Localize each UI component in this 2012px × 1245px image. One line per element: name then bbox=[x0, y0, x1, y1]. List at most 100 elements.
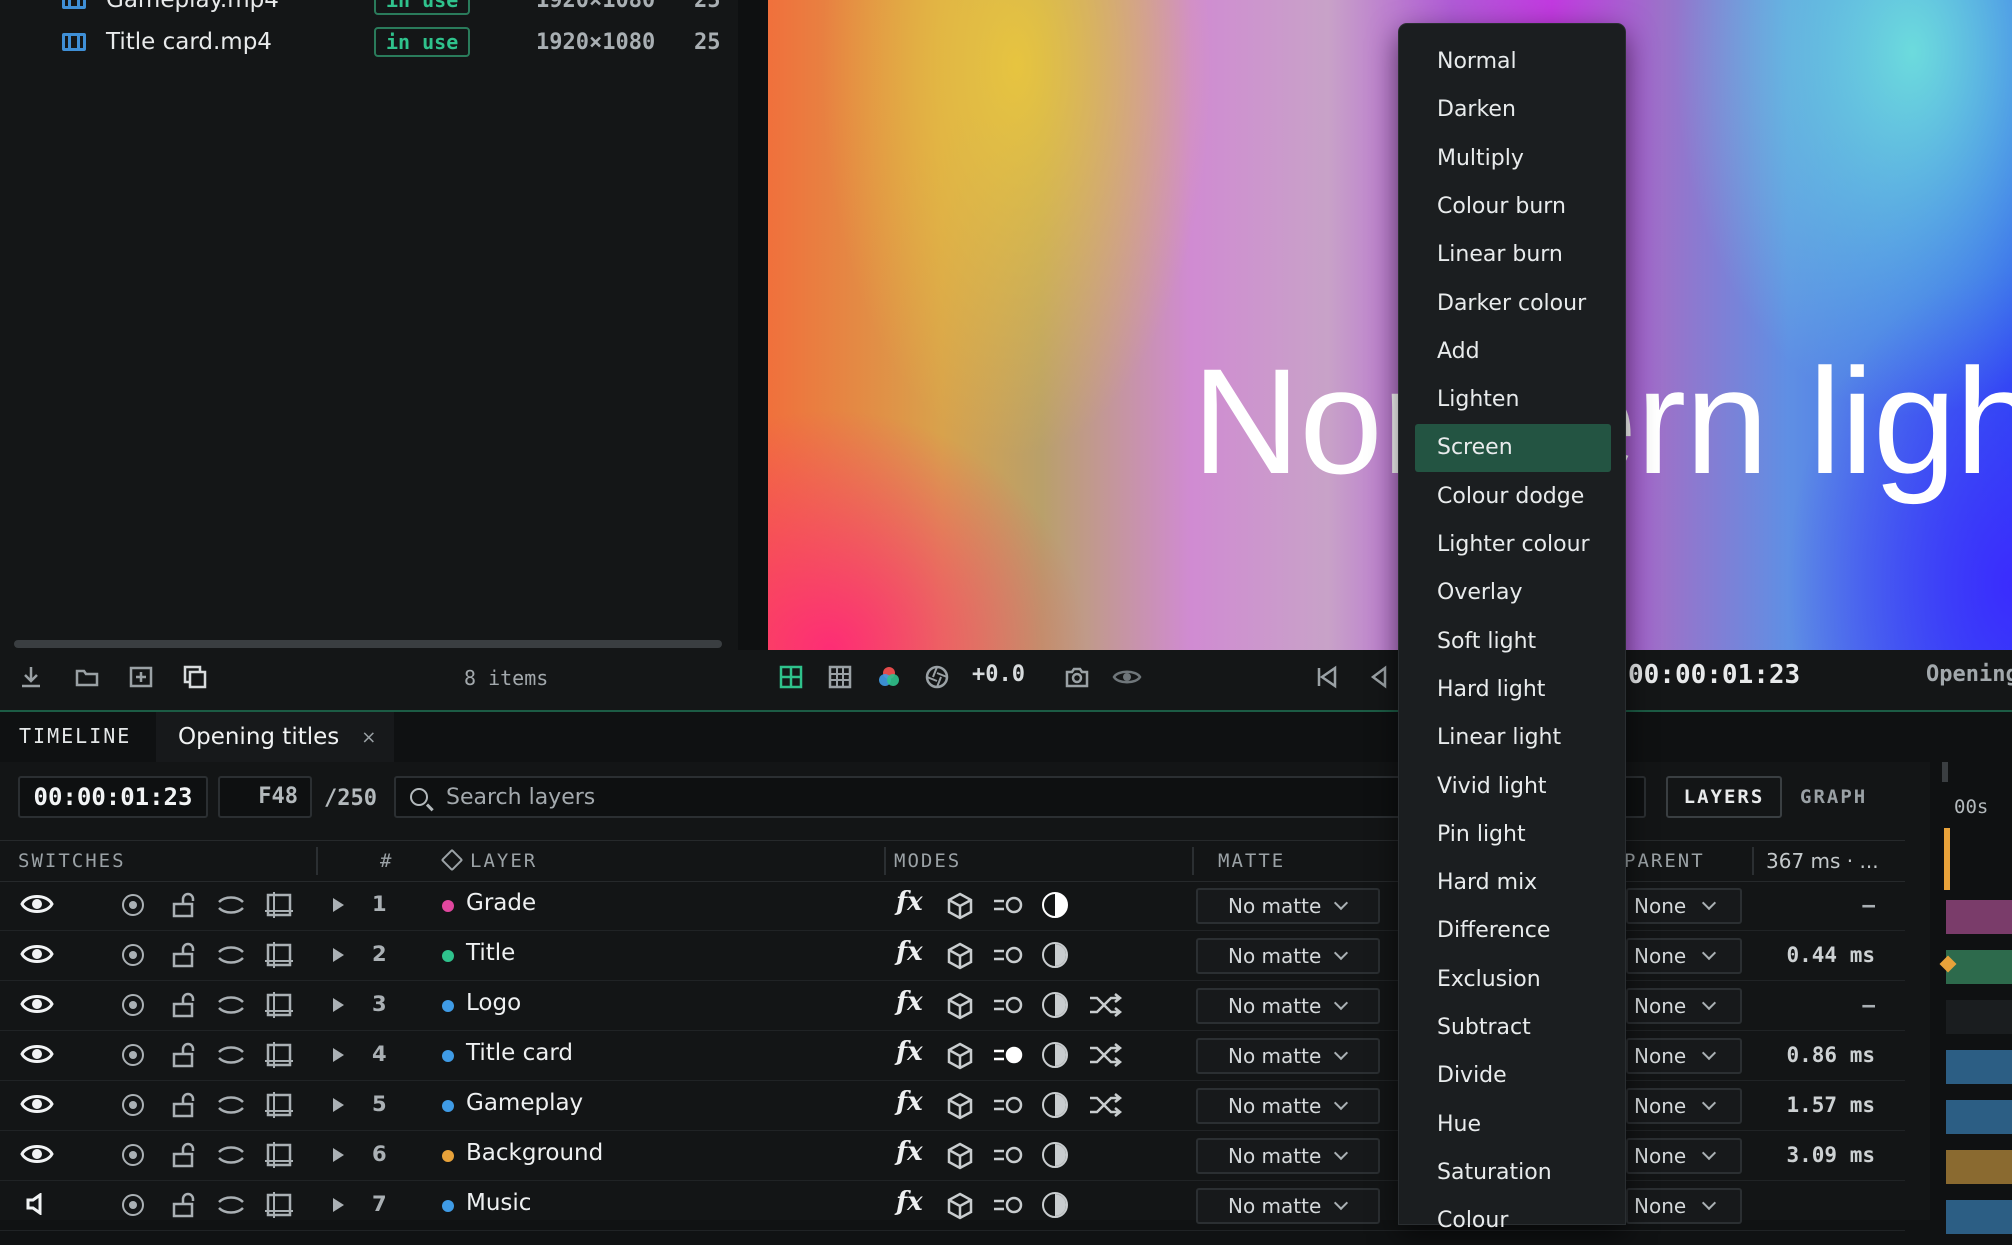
blend-mode-item[interactable]: Screen bbox=[1415, 424, 1611, 473]
blend-mode-item[interactable]: Multiply bbox=[1415, 135, 1611, 183]
blend-mode-item[interactable]: Lighten bbox=[1415, 376, 1611, 424]
collapse-transform-icon[interactable] bbox=[264, 941, 294, 969]
folder-icon[interactable] bbox=[74, 664, 100, 690]
adjustment-layer-icon[interactable] bbox=[1042, 1092, 1068, 1118]
solo-icon[interactable] bbox=[122, 1044, 144, 1066]
frame-field[interactable]: F48 bbox=[218, 776, 312, 818]
blend-mode-item[interactable]: Soft light bbox=[1415, 618, 1611, 666]
column-divider[interactable] bbox=[316, 847, 318, 875]
matte-select[interactable]: No matte bbox=[1196, 1138, 1380, 1174]
parent-select[interactable]: None bbox=[1626, 1038, 1742, 1074]
parent-select[interactable]: None bbox=[1626, 1088, 1742, 1124]
blend-mode-item[interactable]: Normal bbox=[1415, 38, 1611, 86]
matte-select[interactable]: No matte bbox=[1196, 1088, 1380, 1124]
collapse-transform-icon[interactable] bbox=[264, 1141, 294, 1169]
shuffle-icon[interactable] bbox=[1088, 992, 1122, 1018]
lock-icon[interactable] bbox=[172, 1042, 196, 1068]
collapse-transform-icon[interactable] bbox=[264, 1041, 294, 1069]
blend-mode-item[interactable]: Colour bbox=[1415, 1197, 1611, 1245]
solo-icon[interactable] bbox=[122, 1144, 144, 1166]
layers-view-button[interactable]: LAYERS bbox=[1666, 776, 1782, 818]
shuffle-icon[interactable] bbox=[1088, 1092, 1122, 1118]
new-composition-icon[interactable] bbox=[128, 664, 154, 690]
blend-mode-item[interactable]: Darken bbox=[1415, 86, 1611, 134]
shy-icon[interactable] bbox=[216, 1142, 246, 1168]
blend-mode-item[interactable]: Divide bbox=[1415, 1052, 1611, 1100]
shuffle-icon[interactable] bbox=[1088, 1042, 1122, 1068]
layer-color-label[interactable] bbox=[442, 950, 454, 962]
blend-mode-item[interactable]: Colour burn bbox=[1415, 183, 1611, 231]
effects-icon[interactable]: fx bbox=[896, 887, 923, 917]
blend-mode-item[interactable]: Hard mix bbox=[1415, 859, 1611, 907]
adjustment-layer-icon[interactable] bbox=[1042, 942, 1068, 968]
effects-icon[interactable]: fx bbox=[896, 937, 923, 967]
timeline-track-area[interactable]: 00s bbox=[1930, 762, 2012, 1234]
blend-mode-item[interactable]: Lighter colour bbox=[1415, 521, 1611, 569]
lock-icon[interactable] bbox=[172, 1192, 196, 1218]
viewer-canvas[interactable]: Northern lights bbox=[768, 0, 2012, 650]
3d-layer-icon[interactable] bbox=[946, 1042, 974, 1070]
project-scrollbar[interactable] bbox=[14, 640, 722, 648]
3d-layer-icon[interactable] bbox=[946, 992, 974, 1020]
lock-icon[interactable] bbox=[172, 992, 196, 1018]
layer-name[interactable]: Logo bbox=[466, 990, 521, 1016]
lock-icon[interactable] bbox=[172, 1142, 196, 1168]
visibility-eye-icon[interactable] bbox=[20, 993, 54, 1015]
layer-name[interactable]: Title bbox=[466, 940, 515, 966]
track-bar-title[interactable] bbox=[1946, 950, 2012, 984]
solo-icon[interactable] bbox=[122, 1094, 144, 1116]
lock-icon[interactable] bbox=[172, 1092, 196, 1118]
3d-layer-icon[interactable] bbox=[946, 942, 974, 970]
effects-icon[interactable]: fx bbox=[896, 1187, 923, 1217]
blend-mode-item[interactable]: Overlay bbox=[1415, 569, 1611, 617]
layer-name[interactable]: Background bbox=[466, 1140, 603, 1166]
track-bar-logo[interactable] bbox=[1946, 1000, 2012, 1034]
shy-icon[interactable] bbox=[216, 942, 246, 968]
solo-icon[interactable] bbox=[122, 894, 144, 916]
shy-icon[interactable] bbox=[216, 1092, 246, 1118]
asset-row[interactable]: Gameplay.mp4 in use 1920×1080 25 bbox=[0, 0, 738, 20]
layer-header[interactable]: LAYER bbox=[440, 841, 537, 881]
solo-icon[interactable] bbox=[122, 994, 144, 1016]
matte-select[interactable]: No matte bbox=[1196, 988, 1380, 1024]
duplicate-icon[interactable] bbox=[182, 664, 208, 690]
blend-mode-item[interactable]: Darker colour bbox=[1415, 280, 1611, 328]
color-channels-icon[interactable] bbox=[876, 664, 902, 690]
layer-name[interactable]: Grade bbox=[466, 890, 536, 916]
collapse-transform-icon[interactable] bbox=[264, 1191, 294, 1219]
adjustment-layer-icon[interactable] bbox=[1042, 892, 1068, 918]
grid-icon[interactable] bbox=[827, 664, 853, 690]
search-input[interactable] bbox=[444, 783, 1548, 811]
layer-color-label[interactable] bbox=[442, 1100, 454, 1112]
3d-layer-icon[interactable] bbox=[946, 1092, 974, 1120]
layer-name[interactable]: Gameplay bbox=[466, 1090, 583, 1116]
blend-mode-item[interactable]: Exclusion bbox=[1415, 956, 1611, 1004]
effects-icon[interactable]: fx bbox=[896, 987, 923, 1017]
expand-arrow-icon[interactable] bbox=[333, 1098, 344, 1112]
shy-icon[interactable] bbox=[216, 1042, 246, 1068]
blend-mode-item[interactable]: Linear burn bbox=[1415, 231, 1611, 279]
column-divider[interactable] bbox=[884, 847, 886, 875]
skip-to-start-icon[interactable] bbox=[1314, 664, 1340, 690]
parent-select[interactable]: None bbox=[1626, 1188, 1742, 1224]
exposure-value[interactable]: +0.0 bbox=[972, 662, 1025, 687]
parent-select[interactable]: None bbox=[1626, 1138, 1742, 1174]
adjustment-layer-icon[interactable] bbox=[1042, 992, 1068, 1018]
track-bar-background[interactable] bbox=[1946, 1150, 2012, 1184]
layer-name[interactable]: Music bbox=[466, 1190, 531, 1216]
3d-layer-icon[interactable] bbox=[946, 1142, 974, 1170]
expand-arrow-icon[interactable] bbox=[333, 1198, 344, 1212]
visibility-eye-icon[interactable] bbox=[20, 1093, 54, 1115]
safe-zones-icon[interactable] bbox=[778, 664, 804, 690]
blend-mode-item[interactable]: Saturation bbox=[1415, 1149, 1611, 1197]
adjustment-layer-icon[interactable] bbox=[1042, 1192, 1068, 1218]
graph-view-button[interactable]: GRAPH bbox=[1800, 776, 1867, 818]
matte-select[interactable]: No matte bbox=[1196, 1038, 1380, 1074]
effects-icon[interactable]: fx bbox=[896, 1087, 923, 1117]
track-bar-grade[interactable] bbox=[1946, 900, 2012, 934]
parent-select[interactable]: None bbox=[1626, 938, 1742, 974]
blend-mode-item[interactable]: Hue bbox=[1415, 1101, 1611, 1149]
lock-icon[interactable] bbox=[172, 942, 196, 968]
motion-blur-icon[interactable] bbox=[992, 944, 1024, 966]
adjustment-layer-icon[interactable] bbox=[1042, 1142, 1068, 1168]
